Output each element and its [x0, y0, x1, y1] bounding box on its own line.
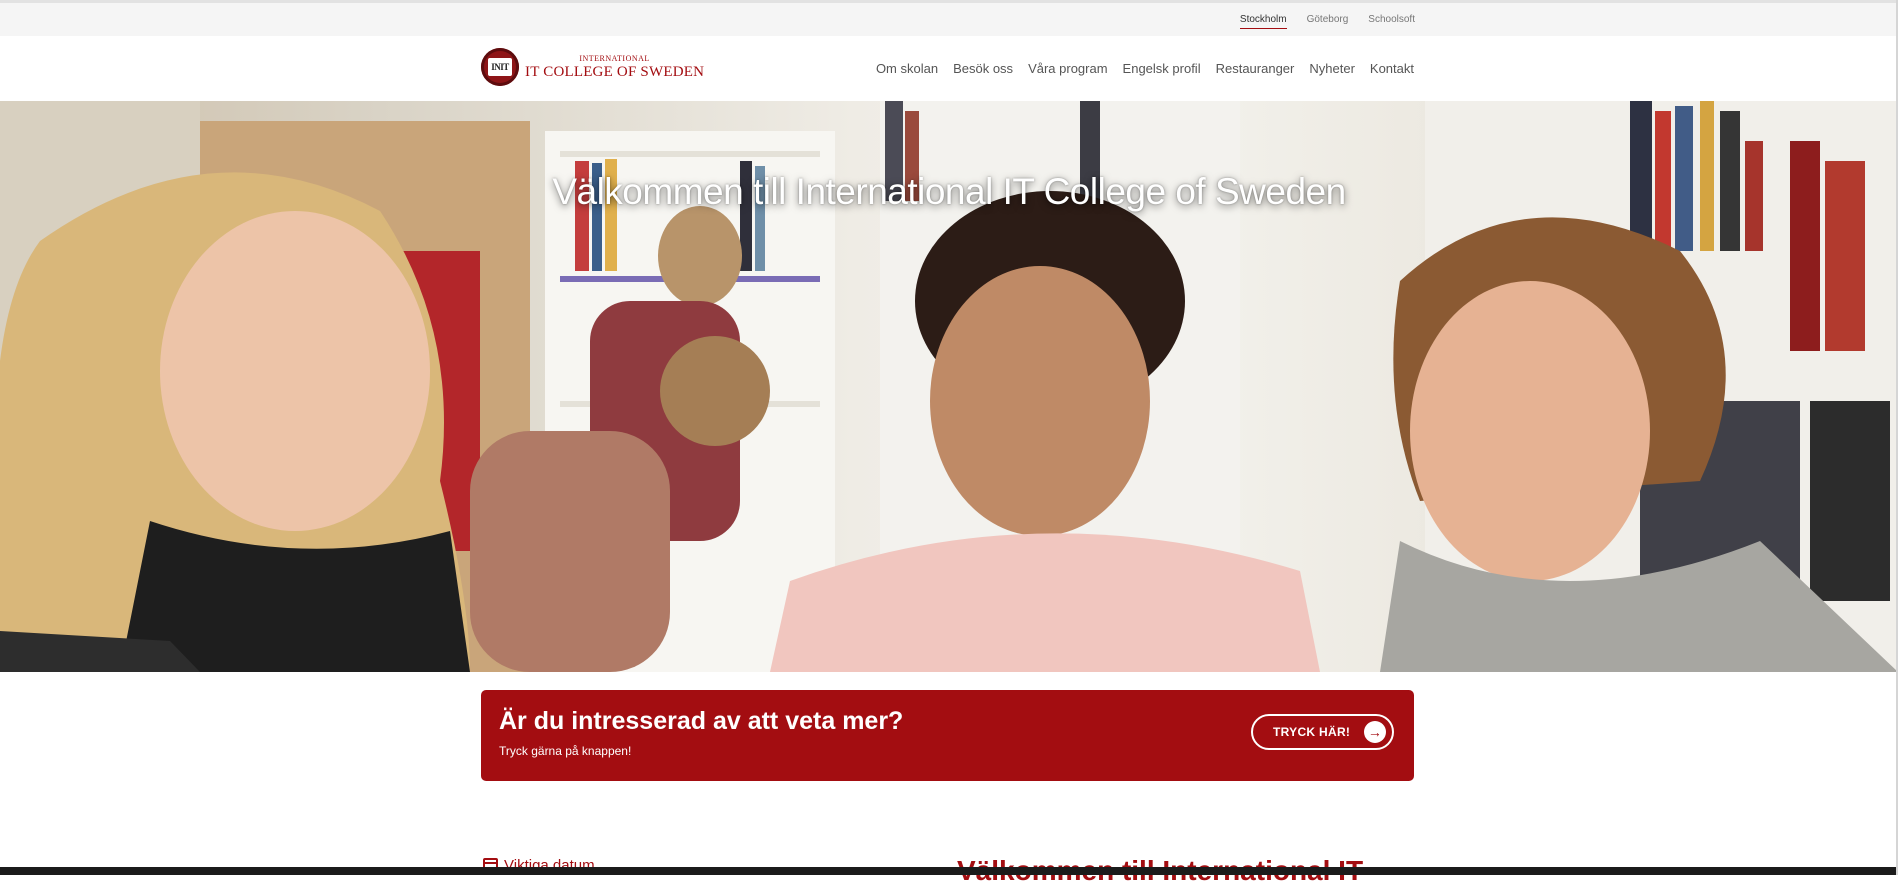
nav-item-om-skolan[interactable]: Om skolan: [876, 61, 938, 76]
nav-item-kontakt[interactable]: Kontakt: [1370, 61, 1414, 76]
hero-banner: Välkommen till International IT College …: [0, 101, 1898, 672]
city-links: Stockholm Göteborg Schoolsoft: [1239, 3, 1415, 36]
logo-emblem: INIT: [481, 48, 519, 86]
cta-heading: Är du intresserad av att veta mer?: [499, 707, 904, 735]
cta-button-label: TRYCK HÄR!: [1273, 725, 1351, 739]
logo-small-text: INTERNATIONAL: [579, 53, 650, 63]
nav-menu: Om skolan Besök oss Våra program Engelsk…: [876, 36, 1414, 101]
window-bottom-strip: [0, 867, 1898, 875]
hero-title: Välkommen till International IT College …: [552, 171, 1346, 212]
nav-item-vara-program[interactable]: Våra program: [1028, 61, 1107, 76]
cta-banner: Är du intresserad av att veta mer? Tryck…: [481, 690, 1414, 781]
nav-item-restauranger[interactable]: Restauranger: [1216, 61, 1295, 76]
city-link-stockholm[interactable]: Stockholm: [1239, 11, 1287, 29]
cta-button[interactable]: TRYCK HÄR! →: [1251, 714, 1394, 750]
logo-emblem-text: INIT: [488, 58, 512, 76]
main-navbar: INIT INTERNATIONAL IT COLLEGE OF SWEDEN …: [0, 36, 1898, 102]
nav-item-engelsk-profil[interactable]: Engelsk profil: [1123, 61, 1201, 76]
nav-item-besok-oss[interactable]: Besök oss: [953, 61, 1013, 76]
cta-subtext: Tryck gärna på knappen!: [499, 744, 632, 758]
logo-wordmark: INTERNATIONAL IT COLLEGE OF SWEDEN: [525, 53, 705, 80]
nav-item-nyheter[interactable]: Nyheter: [1309, 61, 1355, 76]
site-logo[interactable]: INIT INTERNATIONAL IT COLLEGE OF SWEDEN: [481, 48, 704, 86]
arrow-right-icon: →: [1364, 721, 1386, 743]
city-link-schoolsoft[interactable]: Schoolsoft: [1368, 11, 1415, 28]
top-utility-bar: Stockholm Göteborg Schoolsoft: [0, 0, 1898, 36]
logo-big-text: IT COLLEGE OF SWEDEN: [525, 63, 705, 80]
city-link-goteborg[interactable]: Göteborg: [1307, 11, 1349, 28]
